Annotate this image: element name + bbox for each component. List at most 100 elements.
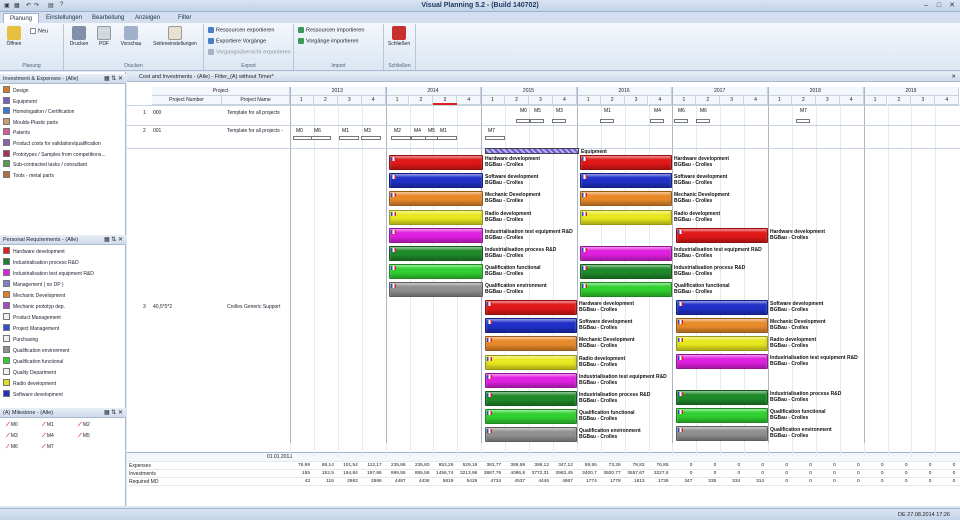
- open-button[interactable]: Öffnen: [2, 26, 26, 47]
- personal-item[interactable]: Purchasing: [3, 335, 38, 345]
- tab-planung[interactable]: Planung: [3, 13, 40, 23]
- task-bar-qual_env[interactable]: [485, 427, 577, 443]
- task-bar-qual_func[interactable]: [389, 264, 483, 280]
- invest-item[interactable]: Product costs for validation/qualificati…: [3, 139, 101, 149]
- milestone-marker[interactable]: M7: [488, 128, 495, 134]
- task-bar[interactable]: [552, 119, 566, 123]
- invest-item[interactable]: Sub-contracted tasks / consultant: [3, 160, 87, 170]
- task-bar[interactable]: [437, 136, 457, 140]
- invest-item[interactable]: Equipment: [3, 96, 37, 107]
- task-bar[interactable]: [674, 119, 688, 123]
- task-bar[interactable]: [796, 119, 810, 123]
- new-button[interactable]: Neu: [30, 28, 48, 34]
- task-bar[interactable]: [600, 119, 614, 123]
- milestone-marker[interactable]: M4: [654, 108, 661, 114]
- import-resources-button[interactable]: Ressourcen importieren: [298, 27, 364, 33]
- panel-tools[interactable]: ▦ ⇅ ✕: [104, 74, 123, 84]
- task-bar-qual_func[interactable]: [580, 282, 672, 297]
- milestone-marker[interactable]: M0: [296, 128, 303, 134]
- personal-item[interactable]: Radio development: [3, 379, 56, 389]
- milestone-item[interactable]: ⟋ M5: [78, 433, 90, 439]
- invest-item[interactable]: Design: [3, 86, 29, 96]
- preview-button[interactable]: Vorschau: [119, 26, 143, 47]
- task-bar[interactable]: [293, 136, 313, 140]
- panel-tools[interactable]: ▦ ⇅ ✕: [104, 408, 123, 418]
- tab-bearbeitung[interactable]: Bearbeitung: [86, 13, 130, 23]
- import-tasks-button[interactable]: Vorgänge importieren: [298, 38, 359, 44]
- task-bar-ind_test[interactable]: [676, 354, 768, 369]
- task-bar-qual_env[interactable]: [676, 426, 768, 441]
- milestone-marker[interactable]: M1: [604, 108, 611, 114]
- task-bar-radio[interactable]: [676, 336, 768, 351]
- task-bar-ind_proc[interactable]: [580, 264, 672, 279]
- task-bar-hw[interactable]: [676, 228, 768, 243]
- task-bar[interactable]: [650, 119, 664, 123]
- close-planning-button[interactable]: Schließen: [387, 26, 411, 47]
- date-field[interactable]: 01.01.2013: [267, 453, 292, 461]
- milestone-item[interactable]: ⟋ M6: [6, 444, 18, 450]
- task-bar-hw[interactable]: [485, 300, 577, 315]
- minimize-button[interactable]: –: [920, 1, 932, 11]
- task-bar-mech[interactable]: [580, 191, 672, 207]
- export-resources-button[interactable]: Ressourcen exportieren: [208, 27, 274, 33]
- task-bar-ind_proc[interactable]: [485, 391, 577, 406]
- invest-item[interactable]: Moulds-Plastic parts: [3, 117, 58, 128]
- milestone-marker[interactable]: M6: [314, 128, 321, 134]
- task-bar-mech[interactable]: [676, 318, 768, 333]
- project-number[interactable]: 40,5*0*2: [153, 304, 172, 310]
- personal-item[interactable]: Industrialisation test equipment R&D: [3, 269, 94, 279]
- personal-item[interactable]: Product Management: [3, 313, 61, 323]
- personal-item[interactable]: Hardware development: [3, 247, 65, 257]
- task-bar-sw[interactable]: [580, 173, 672, 189]
- pdf-button[interactable]: PDF: [92, 26, 116, 47]
- milestone-item[interactable]: ⟋ M3: [6, 433, 18, 439]
- task-bar-radio[interactable]: [485, 354, 577, 370]
- task-bar[interactable]: [485, 136, 505, 140]
- personal-item[interactable]: Project Management: [3, 324, 59, 334]
- task-bar-qual_env[interactable]: [389, 282, 483, 298]
- milestone-item[interactable]: ⟋ M7: [42, 444, 54, 450]
- personal-item[interactable]: Mechanic Development: [3, 291, 65, 301]
- task-bar-qual_func[interactable]: [485, 409, 577, 425]
- milestone-item[interactable]: ⟋ M0: [6, 422, 18, 428]
- task-bar[interactable]: [516, 119, 530, 123]
- project-name[interactable]: Template for all projects -: [227, 128, 283, 134]
- milestone-marker[interactable]: M3: [556, 108, 563, 114]
- task-bar-mech[interactable]: [485, 336, 577, 352]
- milestone-item[interactable]: ⟋ M4: [42, 433, 54, 439]
- personal-item[interactable]: Management ( no DP ): [3, 280, 64, 290]
- task-bar[interactable]: [311, 136, 331, 140]
- milestone-marker[interactable]: M6: [678, 108, 685, 114]
- task-bar[interactable]: [361, 136, 381, 140]
- equipment-bar[interactable]: [485, 148, 579, 154]
- page-setup-button[interactable]: Seiteneinstellungen: [152, 26, 198, 47]
- task-bar-mech[interactable]: [389, 191, 483, 207]
- task-bar-ind_test[interactable]: [389, 227, 483, 243]
- milestone-marker[interactable]: M7: [800, 108, 807, 114]
- invest-item[interactable]: Tools - metal parts: [3, 170, 54, 181]
- personal-item[interactable]: Industrialisation process R&D: [3, 258, 79, 268]
- milestone-marker[interactable]: M1: [440, 128, 447, 134]
- task-bar-sw[interactable]: [676, 300, 768, 315]
- close-window-button[interactable]: ✕: [946, 1, 958, 11]
- task-bar-qual_func[interactable]: [676, 408, 768, 423]
- project-number-header[interactable]: Project Number: [152, 96, 222, 105]
- milestone-marker[interactable]: M5: [428, 128, 435, 134]
- print-button[interactable]: Drucken: [67, 26, 91, 47]
- milestone-marker[interactable]: M1: [342, 128, 349, 134]
- milestone-item[interactable]: ⟋ M1: [42, 422, 54, 428]
- task-bar-sw[interactable]: [389, 173, 483, 189]
- export-tasks-button[interactable]: Exportiere Vorgänge: [208, 38, 266, 44]
- invest-item[interactable]: Homologation / Certification: [3, 107, 74, 117]
- maximize-button[interactable]: □: [933, 1, 945, 11]
- milestone-marker[interactable]: M3: [364, 128, 371, 134]
- task-bar-radio[interactable]: [580, 209, 672, 225]
- project-number[interactable]: 001: [153, 128, 161, 134]
- invest-item[interactable]: Patents: [3, 128, 30, 138]
- milestone-marker[interactable]: M0: [520, 108, 527, 114]
- milestone-item[interactable]: ⟋ M2: [78, 422, 90, 428]
- task-bar-ind_proc[interactable]: [389, 246, 483, 261]
- milestone-marker[interactable]: M2: [394, 128, 401, 134]
- personal-item[interactable]: Mechanic prototyp dep.: [3, 302, 65, 312]
- personal-item[interactable]: Qualification environment: [3, 346, 69, 356]
